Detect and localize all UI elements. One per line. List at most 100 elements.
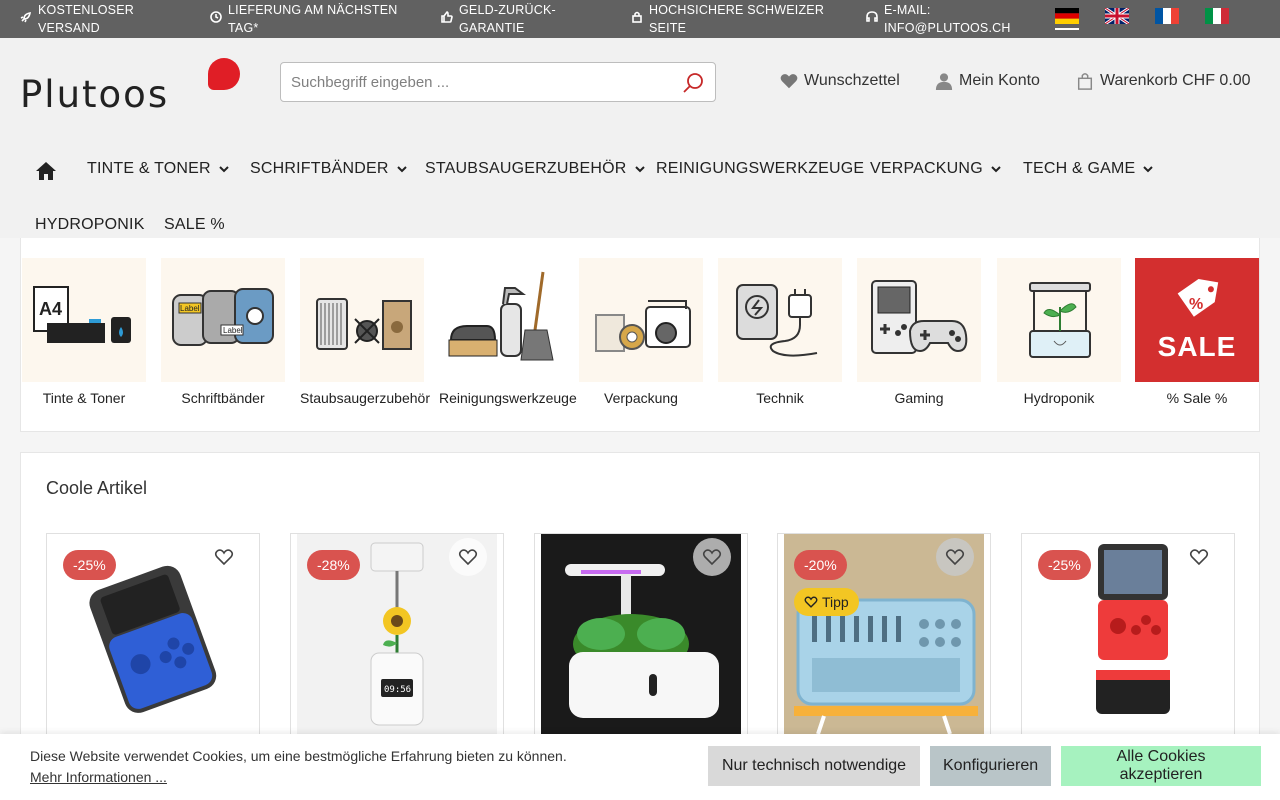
category-tile-verpackung[interactable]: Verpackung <box>579 258 703 406</box>
category-tile-reinigungswerkzeuge[interactable]: Reinigungswerkzeuge <box>439 258 577 406</box>
topbar-text: GELD-ZURÜCK- <box>459 3 556 17</box>
chevron-down-icon <box>396 166 407 173</box>
user-icon <box>935 73 953 90</box>
category-label: % Sale % <box>1166 390 1228 406</box>
topbar-text: E-MAIL: <box>884 3 931 17</box>
tip-badge: Tipp <box>794 588 859 616</box>
more-info-link[interactable]: Mehr Informationen ... <box>30 769 167 785</box>
nav-item-hydroponik[interactable]: HYDROPONIK <box>35 216 145 234</box>
nav-item-reinigungswerkzeuge[interactable]: REINIGUNGSWERKZEUGE <box>656 160 864 178</box>
topbar-text: HOCHSICHERE SCHWEIZER <box>649 3 825 17</box>
topbar-text: KOSTENLOSER <box>38 3 134 17</box>
email-link[interactable]: INFO@PLUTOOS.CH <box>884 21 1011 35</box>
topbar-text: TAG* <box>228 21 259 35</box>
headset-icon <box>866 11 878 23</box>
secure-site-info: HOCHSICHERE SCHWEIZER SEITE <box>631 1 824 37</box>
discount-badge: -20% <box>794 550 847 580</box>
category-label: Hydroponik <box>1023 390 1095 406</box>
chevron-down-icon <box>634 166 645 173</box>
wishlist-label: Wunschzettel <box>804 72 900 89</box>
chevron-down-icon <box>1143 166 1154 173</box>
product-card[interactable]: -25% <box>1021 533 1235 763</box>
tech-image <box>718 258 842 382</box>
svg-text:Label: Label <box>223 326 243 335</box>
nav-label: TECH & GAME <box>1023 160 1136 177</box>
accept-all-cookies-button[interactable]: Alle Cookies akzeptieren <box>1061 746 1261 786</box>
logo-red-dot <box>208 58 240 90</box>
thumbs-up-icon <box>441 11 453 23</box>
language-fr-flag-icon[interactable] <box>1155 8 1179 30</box>
nav-item-schriftbaender[interactable]: SCHRIFTBÄNDER <box>250 160 407 178</box>
product-card[interactable]: 09:56 -28% <box>290 533 504 763</box>
logo-text: Plutoos <box>20 73 170 116</box>
category-label: Staubsaugerzubehör <box>300 390 430 406</box>
nav-label: HYDROPONIK <box>35 216 145 233</box>
add-to-wishlist-button[interactable] <box>693 538 731 576</box>
nav-label: TINTE & TONER <box>87 160 211 177</box>
heart-outline-icon <box>702 549 722 566</box>
language-it-flag-icon[interactable] <box>1205 8 1229 30</box>
product-card[interactable]: -20% Tipp <box>777 533 991 763</box>
topbar-text: SEITE <box>649 21 687 35</box>
svg-text:%: % <box>1189 296 1203 313</box>
search-icon[interactable] <box>681 71 705 95</box>
add-to-wishlist-button[interactable] <box>449 538 487 576</box>
account-link[interactable]: Mein Konto <box>935 72 1040 90</box>
nav-label: SCHRIFTBÄNDER <box>250 160 389 177</box>
nav-item-staubsaugerzubehoer[interactable]: STAUBSAUGERZUBEHÖR <box>425 160 645 178</box>
discount-badge: -28% <box>307 550 360 580</box>
add-to-wishlist-button[interactable] <box>936 538 974 576</box>
money-back-info: GELD-ZURÜCK- GARANTIE <box>441 1 556 37</box>
category-label: Reinigungswerkzeuge <box>439 390 577 406</box>
clock-icon <box>210 11 222 23</box>
product-card[interactable] <box>534 533 748 763</box>
language-en-flag-icon[interactable] <box>1104 6 1130 30</box>
email-info[interactable]: E-MAIL: INFO@PLUTOOS.CH <box>866 1 1011 37</box>
packaging-image <box>579 258 703 382</box>
necessary-cookies-button[interactable]: Nur technisch notwendige <box>708 746 920 786</box>
product-card[interactable]: -25% <box>46 533 260 763</box>
home-icon[interactable] <box>35 160 57 182</box>
sale-tag-image: % SALE <box>1135 258 1259 382</box>
cart-link[interactable]: Warenkorb CHF 0.00 <box>1076 72 1251 90</box>
category-tile-tinte-toner[interactable]: A4 Tinte & Toner <box>22 258 146 406</box>
category-tile-sale[interactable]: % SALE % Sale % <box>1135 258 1259 406</box>
category-tile-staubsaugerzubehoer[interactable]: Staubsaugerzubehör <box>300 258 430 406</box>
heart-outline-icon <box>1189 549 1209 566</box>
wishlist-link[interactable]: Wunschzettel <box>780 72 900 90</box>
nav-item-sale[interactable]: SALE % <box>164 216 225 234</box>
search-box <box>280 62 716 102</box>
category-label: Gaming <box>894 390 944 406</box>
category-tile-gaming[interactable]: Gaming <box>857 258 981 406</box>
configure-cookies-button[interactable]: Konfigurieren <box>930 746 1051 786</box>
language-de-flag-icon[interactable] <box>1055 8 1079 30</box>
label-tapes-image: Label Label <box>161 258 285 382</box>
category-label: Schriftbänder <box>181 390 265 406</box>
category-tile-hydroponik[interactable]: Hydroponik <box>997 258 1121 406</box>
search-input[interactable] <box>281 63 661 101</box>
nav-item-verpackung[interactable]: VERPACKUNG <box>870 160 1001 178</box>
add-to-wishlist-button[interactable] <box>205 538 243 576</box>
lock-icon <box>631 11 643 23</box>
nav-label: STAUBSAUGERZUBEHÖR <box>425 160 627 177</box>
free-shipping-info: KOSTENLOSER VERSAND <box>20 1 134 37</box>
heart-outline-icon <box>804 596 818 608</box>
category-label: Technik <box>756 390 804 406</box>
topbar-text: GARANTIE <box>459 21 525 35</box>
vacuum-accessories-image <box>300 258 424 382</box>
heart-outline-icon <box>458 549 478 566</box>
category-tile-technik[interactable]: Technik <box>718 258 842 406</box>
nav-item-tinte-toner[interactable]: TINTE & TONER <box>87 160 229 178</box>
discount-badge: -25% <box>1038 550 1091 580</box>
gaming-image <box>857 258 981 382</box>
main-navigation: TINTE & TONER SCHRIFTBÄNDER STAUBSAUGERZ… <box>0 126 1280 238</box>
plutoos-logo[interactable]: Plutoos <box>20 58 242 116</box>
next-day-delivery-info: LIEFERUNG AM NÄCHSTEN TAG* <box>210 1 398 37</box>
add-to-wishlist-button[interactable] <box>1180 538 1218 576</box>
cleaning-tools-image <box>439 258 563 382</box>
discount-badge: -25% <box>63 550 116 580</box>
tip-label: Tipp <box>822 594 849 610</box>
category-strip: A4 Tinte & Toner Label Label Schriftbände… <box>20 238 1260 432</box>
category-tile-schriftbaender[interactable]: Label Label Schriftbänder <box>161 258 285 406</box>
nav-item-tech-game[interactable]: TECH & GAME <box>1023 160 1154 178</box>
